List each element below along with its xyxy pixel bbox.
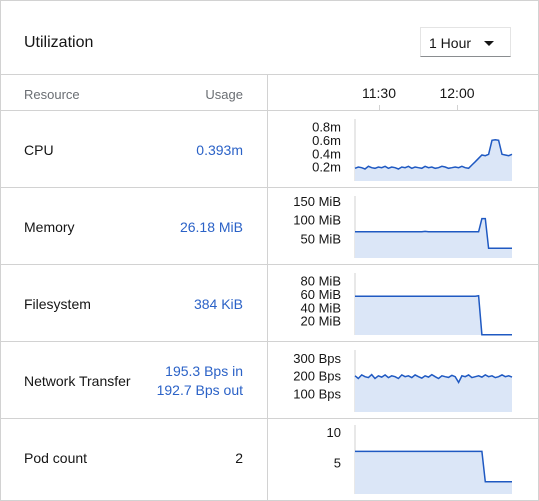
usage-value: 2 <box>235 450 243 466</box>
column-header-usage: Usage <box>205 87 243 102</box>
y-tick-label: 200 Bps <box>293 369 341 384</box>
resource-name: CPU <box>24 142 54 158</box>
network-sparkline-chart[interactable]: 300 Bps 200 Bps 100 Bps <box>269 342 519 418</box>
y-tick-label: 50 MiB <box>301 231 341 246</box>
resource-row-filesystem: Filesystem 384 KiB 80 MiB 60 MiB 40 MiB 20 … <box>1 265 538 342</box>
card-header: Utilization 1 Hour <box>1 1 538 75</box>
resource-name: Filesystem <box>24 296 91 312</box>
network-in-value[interactable]: 195.3 Bps in <box>165 363 243 379</box>
resource-row-network: Network Transfer 195.3 Bps in 192.7 Bps … <box>1 342 538 419</box>
series-area <box>355 139 512 181</box>
network-out-value[interactable]: 192.7 Bps out <box>157 382 243 398</box>
utilization-card: Utilization 1 Hour Resource Usage 11:30 … <box>0 0 539 501</box>
usage-value[interactable]: 0.393m <box>196 142 243 158</box>
resource-name: Network Transfer <box>24 373 131 389</box>
series-area <box>355 295 512 335</box>
time-tick-label: 12:00 <box>439 85 475 101</box>
column-header-resource: Resource <box>24 87 80 102</box>
y-tick-label: 10 <box>327 425 341 440</box>
y-tick-label: 150 MiB <box>293 194 341 209</box>
series-area <box>355 374 512 412</box>
card-title: Utilization <box>24 34 94 51</box>
resource-row-pods: Pod count 2 10 5 <box>1 419 538 500</box>
timespan-label: 1 Hour <box>429 35 472 51</box>
timespan-dropdown[interactable]: 1 Hour <box>420 27 511 57</box>
resource-row-cpu: CPU 0.393m 0.8m 0.6m 0.4m 0.2m <box>1 111 538 188</box>
resource-name: Memory <box>24 219 75 235</box>
caret-down-icon <box>484 41 494 46</box>
resource-row-memory: Memory 26.18 MiB 150 MiB 100 MiB 50 MiB <box>1 188 538 265</box>
pod-count-sparkline-chart[interactable]: 10 5 <box>269 419 519 500</box>
resource-name: Pod count <box>24 450 88 466</box>
y-tick-label: 300 Bps <box>293 351 341 366</box>
series-area <box>355 451 512 494</box>
y-tick-label: 100 MiB <box>293 213 341 228</box>
filesystem-sparkline-chart[interactable]: 80 MiB60 MiB40 MiB20 MiB <box>269 265 519 341</box>
usage-value[interactable]: 384 KiB <box>194 296 243 312</box>
cpu-sparkline-chart[interactable]: 0.8m0.6m0.4m0.2m <box>269 111 519 187</box>
y-tick-label: 20 MiB <box>301 314 341 329</box>
table-header: Resource Usage 11:30 12:00 <box>1 75 538 111</box>
y-tick-label: 0.2m <box>312 160 341 175</box>
y-tick-label: 100 Bps <box>293 386 341 401</box>
usage-value[interactable]: 26.18 MiB <box>180 219 243 235</box>
memory-sparkline-chart[interactable]: 150 MiB 100 MiB 50 MiB <box>269 188 519 264</box>
time-tick-label: 11:30 <box>362 85 396 101</box>
y-tick-label: 5 <box>334 456 341 471</box>
series-area <box>355 218 512 258</box>
